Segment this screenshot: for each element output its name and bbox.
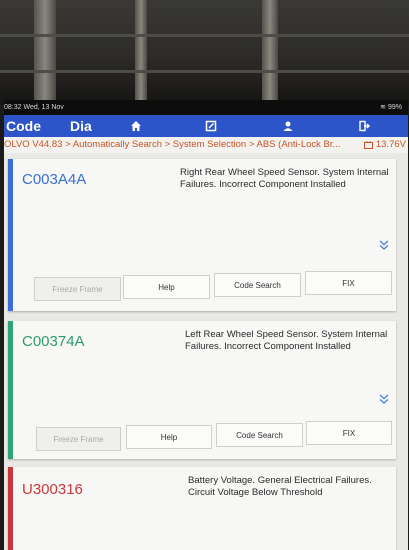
status-right: ≋ 99% — [380, 100, 402, 115]
app-title: Code — [6, 118, 41, 134]
battery-level: 99% — [387, 104, 402, 111]
tablet-screen: 08:32 Wed, 13 Nov ≋ 99% Code Dia OLVO V4… — [4, 100, 408, 550]
dtc-description: Right Rear Wheel Speed Sensor. System In… — [180, 167, 389, 190]
severity-stripe — [8, 159, 13, 311]
report-tab[interactable] — [183, 117, 239, 135]
status-bar: 08:32 Wed, 13 Nov ≋ 99% — [4, 100, 408, 115]
wifi-icon: ≋ — [380, 104, 387, 111]
ceiling-beam — [34, 0, 56, 105]
breadcrumb: OLVO V44.83 > Automatically Search > Sys… — [4, 137, 408, 153]
help-button[interactable]: Help — [123, 275, 210, 299]
exit-icon — [359, 120, 370, 132]
code-search-button[interactable]: Code Search — [214, 273, 301, 297]
dtc-card[interactable]: C003A4A Right Rear Wheel Speed Sensor. S… — [8, 159, 396, 311]
dtc-code: U300316 — [22, 481, 83, 498]
photo-background — [0, 0, 409, 105]
dtc-card[interactable]: U300316 Battery Voltage. General Electri… — [8, 467, 396, 550]
ceiling-beam — [262, 0, 278, 105]
dtc-card[interactable]: C00374A Left Rear Wheel Speed Sensor. Sy… — [8, 321, 396, 459]
freeze-frame-button[interactable]: Freeze Frame — [36, 427, 121, 451]
voltage-indicator: 13.76V — [363, 137, 406, 153]
app-title-secondary: Dia — [70, 118, 92, 134]
status-time-date: 08:32 Wed, 13 Nov — [4, 104, 64, 111]
fix-button[interactable]: FIX — [305, 271, 392, 295]
code-search-button[interactable]: Code Search — [216, 423, 303, 447]
freeze-frame-button[interactable]: Freeze Frame — [34, 277, 121, 301]
help-button[interactable]: Help — [126, 425, 212, 449]
chevron-down-icon[interactable] — [378, 393, 390, 405]
ceiling-beam — [135, 0, 147, 105]
dtc-code: C003A4A — [22, 171, 87, 188]
ceiling-rib — [0, 34, 409, 37]
voltage-value: 13.76V — [375, 139, 406, 150]
home-icon — [131, 121, 141, 131]
app-bar: Code Dia — [4, 115, 408, 137]
dtc-code: C00374A — [22, 333, 85, 350]
ceiling-rib — [0, 70, 409, 73]
chevron-down-icon[interactable] — [378, 239, 390, 251]
user-tab[interactable] — [260, 117, 316, 135]
battery-icon — [363, 141, 373, 149]
dtc-description: Left Rear Wheel Speed Sensor. System Int… — [185, 329, 388, 352]
user-icon — [283, 121, 293, 131]
breadcrumb-path: OLVO V44.83 > Automatically Search > Sys… — [4, 139, 341, 150]
fix-button[interactable]: FIX — [306, 421, 392, 445]
severity-stripe — [8, 467, 13, 550]
severity-stripe — [8, 321, 13, 459]
exit-tab[interactable] — [336, 117, 392, 135]
report-icon — [205, 120, 217, 132]
home-tab[interactable] — [108, 117, 164, 135]
dtc-description: Battery Voltage. General Electrical Fail… — [188, 475, 372, 498]
